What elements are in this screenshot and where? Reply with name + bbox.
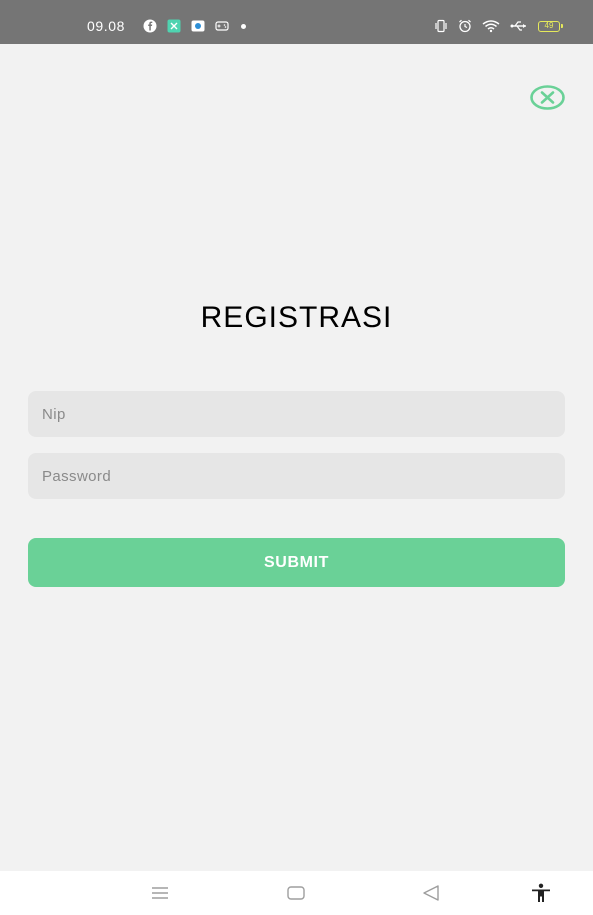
page-title: REGISTRASI [200,301,393,334]
submit-button[interactable]: SUBMIT [28,538,565,587]
back-icon [423,885,439,901]
nip-input[interactable] [28,391,565,437]
cinema-app-icon [167,19,181,33]
password-input[interactable] [28,453,565,499]
status-time: 09.08 [87,18,126,34]
nav-menu-button[interactable] [149,883,171,903]
nav-back-button[interactable] [420,883,442,903]
navigation-bar [0,871,593,915]
close-button[interactable] [530,85,565,110]
status-bar: 09.08 49 [0,0,593,44]
nav-home-button[interactable] [285,883,307,903]
facebook-icon [143,19,157,33]
nav-accessibility-button[interactable] [530,883,552,903]
close-circle-icon [530,85,565,110]
status-notification-icons [143,19,246,33]
notification-dot-icon [241,23,246,29]
status-system-icons: 49 [434,18,563,34]
accessibility-icon [532,883,550,902]
vibrate-icon [434,19,448,33]
menu-icon [152,887,168,899]
usb-icon [510,19,528,33]
alarm-icon [458,19,472,33]
video-app-icon [191,19,205,33]
battery-icon: 49 [538,20,563,32]
wifi-icon [482,19,500,33]
gamepad-icon [215,19,229,33]
home-icon [287,886,305,900]
